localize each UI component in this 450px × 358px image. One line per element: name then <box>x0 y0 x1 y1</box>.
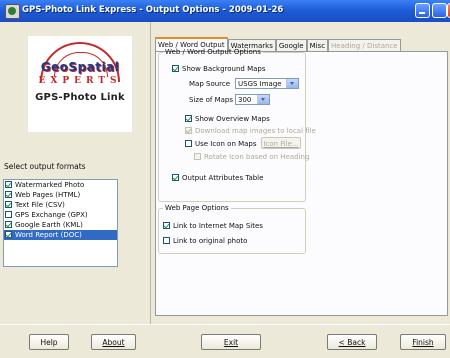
output-attributes-table-option[interactable]: Output Attributes Table <box>172 174 263 183</box>
format-checkbox[interactable] <box>5 181 12 188</box>
format-label: Google Earth (KML) <box>15 221 83 229</box>
format-item-web-pages[interactable]: Web Pages (HTML) <box>4 190 117 200</box>
logo-line-1: GeoSpatial <box>40 60 120 74</box>
link-original-photo-label: Link to original photo <box>173 237 248 245</box>
logo-line-2: EXPERTS <box>38 76 122 86</box>
format-checkbox[interactable] <box>5 231 12 238</box>
format-label: GPS Exchange (GPX) <box>15 211 88 219</box>
help-button-label: Help <box>40 338 58 347</box>
rotate-icon-label: Rotate Icon based on Heading <box>204 153 310 161</box>
format-item-gps-exchange[interactable]: GPS Exchange (GPX) <box>4 210 117 220</box>
about-button-label: About <box>102 338 125 347</box>
link-original-photo-checkbox[interactable] <box>163 237 170 244</box>
map-source-label: Map Source <box>189 80 231 88</box>
link-internet-map-sites-option[interactable]: Link to Internet Map Sites <box>163 222 263 231</box>
download-map-images-option: Download map images to local file <box>185 127 316 136</box>
format-checkbox[interactable] <box>5 221 12 228</box>
title-bar[interactable]: GPS-Photo Link Express - Output Options … <box>0 0 450 22</box>
show-overview-maps-label: Show Overview Maps <box>195 115 270 123</box>
chevron-down-icon[interactable] <box>286 79 298 88</box>
main-window: GPS-Photo Link Express - Output Options … <box>0 0 450 358</box>
output-formats-list[interactable]: Watermarked Photo Web Pages (HTML) Text … <box>3 179 118 267</box>
size-of-maps-select[interactable]: 300 <box>235 94 270 105</box>
app-icon <box>5 4 20 19</box>
format-item-text-file[interactable]: Text File (CSV) <box>4 200 117 210</box>
map-source-select[interactable]: USGS Image <box>235 78 299 89</box>
format-label: Word Report (DOC) <box>15 231 82 239</box>
left-pane: GeoSpatial EXPERTS GPS-Photo Link Select… <box>0 22 151 324</box>
show-background-maps-checkbox[interactable] <box>172 65 179 72</box>
format-label: Watermarked Photo <box>15 181 85 189</box>
bottom-button-bar: Help About Exit < Back Finish <box>0 324 450 358</box>
size-of-maps-label: Size of Maps <box>189 96 233 104</box>
format-label: Web Pages (HTML) <box>15 191 81 199</box>
web-page-options-legend: Web Page Options <box>165 204 229 212</box>
format-item-word-report[interactable]: Word Report (DOC) <box>4 230 117 240</box>
output-attributes-table-label: Output Attributes Table <box>182 174 264 182</box>
exit-button[interactable]: Exit <box>201 334 261 350</box>
back-button-label: < Back <box>338 338 366 347</box>
about-button[interactable]: About <box>91 334 136 350</box>
download-map-images-checkbox <box>185 127 192 134</box>
finish-button-label: Finish <box>412 338 434 347</box>
download-map-images-label: Download map images to local file <box>195 127 316 135</box>
size-of-maps-value: 300 <box>238 96 252 104</box>
use-icon-on-maps-label: Use Icon on Maps <box>195 140 257 148</box>
back-button[interactable]: < Back <box>327 334 377 350</box>
link-internet-map-sites-label: Link to Internet Map Sites <box>173 222 263 230</box>
output-attributes-table-checkbox[interactable] <box>172 174 179 181</box>
window-title: GPS-Photo Link Express - Output Options … <box>22 5 284 15</box>
icon-file-button: Icon File... <box>261 137 301 149</box>
format-checkbox[interactable] <box>5 201 12 208</box>
geospatial-experts-logo: GeoSpatial EXPERTS GPS-Photo Link <box>28 36 132 132</box>
web-word-output-options-legend: Web / Word Output Options <box>165 48 261 56</box>
finish-button[interactable]: Finish <box>400 334 446 350</box>
show-background-maps-label: Show Background Maps <box>182 65 266 73</box>
format-item-watermarked-photo[interactable]: Watermarked Photo <box>4 180 117 190</box>
chevron-down-icon[interactable] <box>257 95 269 104</box>
exit-button-label: Exit <box>223 338 239 347</box>
rotate-icon-option: Rotate Icon based on Heading <box>194 153 309 162</box>
show-overview-maps-option[interactable]: Show Overview Maps <box>185 115 270 124</box>
maximize-button[interactable] <box>432 3 447 18</box>
use-icon-on-maps-checkbox[interactable] <box>185 140 192 147</box>
use-icon-on-maps-option[interactable]: Use Icon on Maps <box>185 140 257 149</box>
format-checkbox[interactable] <box>5 211 12 218</box>
rotate-icon-checkbox <box>194 153 201 160</box>
logo-line-3: GPS-Photo Link <box>35 92 125 103</box>
format-label: Text File (CSV) <box>15 201 65 209</box>
help-button[interactable]: Help <box>29 334 69 350</box>
right-pane: Web / Word Output Watermarks Google Misc Hea… <box>151 22 450 324</box>
tab-panel-web-word-output: Web / Word Output Options Show Backgroun… <box>155 48 448 316</box>
select-output-formats-label: Select output formats <box>4 162 86 171</box>
map-source-value: USGS Image <box>238 80 282 88</box>
show-background-maps-option[interactable]: Show Background Maps <box>172 65 266 74</box>
format-item-google-earth[interactable]: Google Earth (KML) <box>4 220 117 230</box>
icon-file-button-label: Icon File... <box>263 140 299 148</box>
show-overview-maps-checkbox[interactable] <box>185 115 192 122</box>
link-internet-map-sites-checkbox[interactable] <box>163 222 170 229</box>
link-original-photo-option[interactable]: Link to original photo <box>163 237 247 246</box>
minimize-button[interactable] <box>415 3 430 18</box>
format-checkbox[interactable] <box>5 191 12 198</box>
